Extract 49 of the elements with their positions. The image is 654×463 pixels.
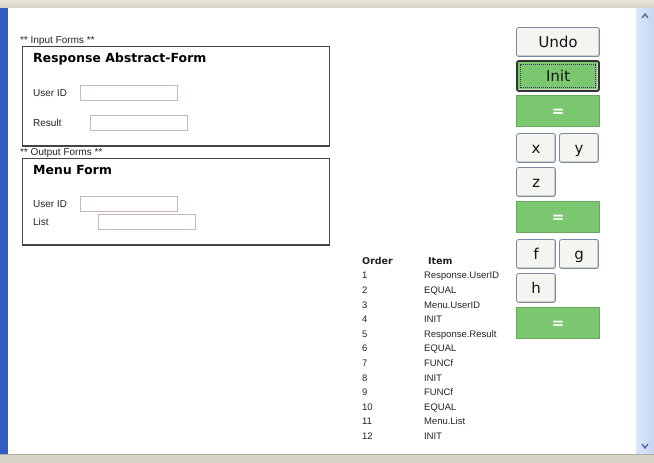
table-cell: EQUAL xyxy=(424,402,456,413)
table-cell: EQUAL xyxy=(424,284,456,296)
button[interactable]: Undo xyxy=(516,27,600,57)
input-field[interactable] xyxy=(98,214,196,230)
table-cell-text: 11 xyxy=(362,416,373,428)
table-cell-text: 3 xyxy=(362,300,368,311)
form-title: Response Abstract-Form xyxy=(33,50,206,65)
button[interactable]: z xyxy=(516,167,556,197)
input-field[interactable] xyxy=(90,115,188,131)
table-cell: Response.Result xyxy=(424,328,496,340)
scroll-down-icon[interactable] xyxy=(640,442,650,450)
input-field[interactable] xyxy=(80,85,178,101)
form-title: Menu Form xyxy=(33,162,112,177)
button[interactable]: h xyxy=(516,273,556,303)
field-label: List xyxy=(33,216,50,228)
table-cell-text: 6 xyxy=(362,343,368,354)
table-cell-text: 1 xyxy=(362,270,368,282)
table-cell: INIT xyxy=(424,372,442,384)
field-label: User ID xyxy=(33,88,68,98)
scrollbar[interactable] xyxy=(636,8,654,454)
table-cell-text: 4 xyxy=(362,314,368,326)
table-cell: FUNCf xyxy=(424,358,454,369)
table-cell-text: 9 xyxy=(362,387,368,398)
button[interactable]: y xyxy=(559,133,599,163)
table-cell-text: 2 xyxy=(362,284,368,296)
table-cell-text: 8 xyxy=(362,372,368,384)
table-cell-text: 7 xyxy=(362,358,368,369)
section-heading: ** Output Forms ** xyxy=(20,147,104,158)
button[interactable]: g xyxy=(559,239,599,269)
field-label: User ID xyxy=(33,198,68,210)
column-header: Order xyxy=(362,256,394,267)
button[interactable]: x xyxy=(516,133,556,163)
table-cell: Menu.List xyxy=(424,416,466,428)
table-cell: EQUAL xyxy=(424,343,456,354)
table-cell-text: 12 xyxy=(362,430,374,442)
table-cell: FUNCf xyxy=(424,387,454,398)
button[interactable]: f xyxy=(516,239,556,269)
input-field[interactable] xyxy=(80,196,178,212)
table-cell-text: 5 xyxy=(362,328,368,340)
table-cell: INIT xyxy=(424,430,442,442)
column-header: Item xyxy=(427,256,452,267)
table-cell: Response.UserID xyxy=(424,270,499,282)
table-cell-text: 10 xyxy=(362,402,374,413)
scroll-up-icon[interactable] xyxy=(640,12,650,20)
field-label: Result xyxy=(33,118,62,128)
table-cell: Menu.UserID xyxy=(424,300,480,311)
section-heading: ** Input Forms ** xyxy=(20,35,96,46)
table-cell: INIT xyxy=(424,314,442,326)
button[interactable]: Init xyxy=(516,60,600,92)
